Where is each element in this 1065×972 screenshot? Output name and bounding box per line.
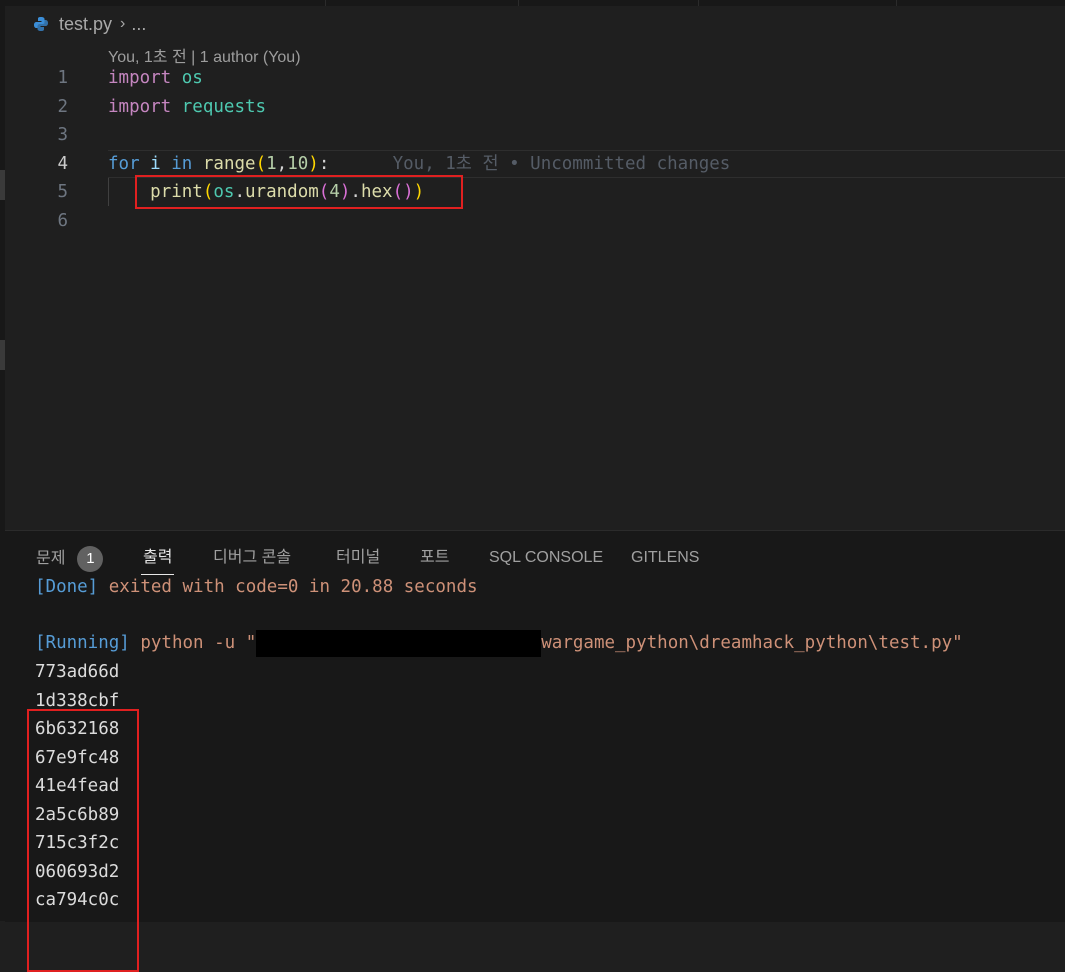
code-line: 3 xyxy=(5,121,1065,149)
output-log[interactable]: [Done] exited with code=0 in 20.88 secon… xyxy=(5,577,1065,972)
redacted-path xyxy=(256,629,542,657)
output-line: 773ad66d xyxy=(35,662,120,682)
tab-output[interactable]: 출력 xyxy=(140,546,175,575)
tab-terminal[interactable]: 터미널 xyxy=(336,546,380,570)
output-line: [Running] python -u " wargame_python\drea… xyxy=(35,629,963,657)
tab-ports[interactable]: 포트 xyxy=(420,546,449,570)
tab-problems[interactable]: 문제 1 xyxy=(36,546,104,572)
code-highlight-box xyxy=(135,175,463,209)
python-icon xyxy=(34,17,48,31)
breadcrumb: test.py › ... xyxy=(33,12,146,36)
output-highlight-box xyxy=(27,709,139,972)
chevron-right-icon: › xyxy=(120,15,126,32)
tab-sql-console[interactable]: SQL CONSOLE xyxy=(489,546,603,570)
tab-gitlens[interactable]: GITLENS xyxy=(631,546,699,570)
line-number: 6 xyxy=(57,211,68,231)
line-number: 1 xyxy=(57,68,68,88)
breadcrumb-file[interactable]: test.py xyxy=(59,14,112,35)
inline-blame: You, 1초 전 • Uncommitted changes xyxy=(392,154,731,174)
line-number: 4 xyxy=(57,154,68,174)
editor-tab-strip xyxy=(0,0,1065,6)
tab-debug-console[interactable]: 디버그 콘솔 xyxy=(213,546,291,570)
code-line-current: 4 for i in range(1,10): You, 1초 전 • Unco… xyxy=(5,150,1065,178)
code-line: 1 import os xyxy=(5,64,1065,92)
line-number: 3 xyxy=(57,125,68,145)
code-line: 6 xyxy=(5,207,1065,235)
line-number: 5 xyxy=(57,182,68,202)
problems-count-badge: 1 xyxy=(77,546,104,572)
bottom-panel: 문제 1 출력 디버그 콘솔 터미널 포트 SQL CONSOLE GITLENS… xyxy=(5,530,1065,972)
output-line: [Done] exited with code=0 in 20.88 secon… xyxy=(35,577,478,597)
code-line: 2 import requests xyxy=(5,93,1065,121)
breadcrumb-more[interactable]: ... xyxy=(131,14,146,35)
line-number: 2 xyxy=(57,96,68,117)
